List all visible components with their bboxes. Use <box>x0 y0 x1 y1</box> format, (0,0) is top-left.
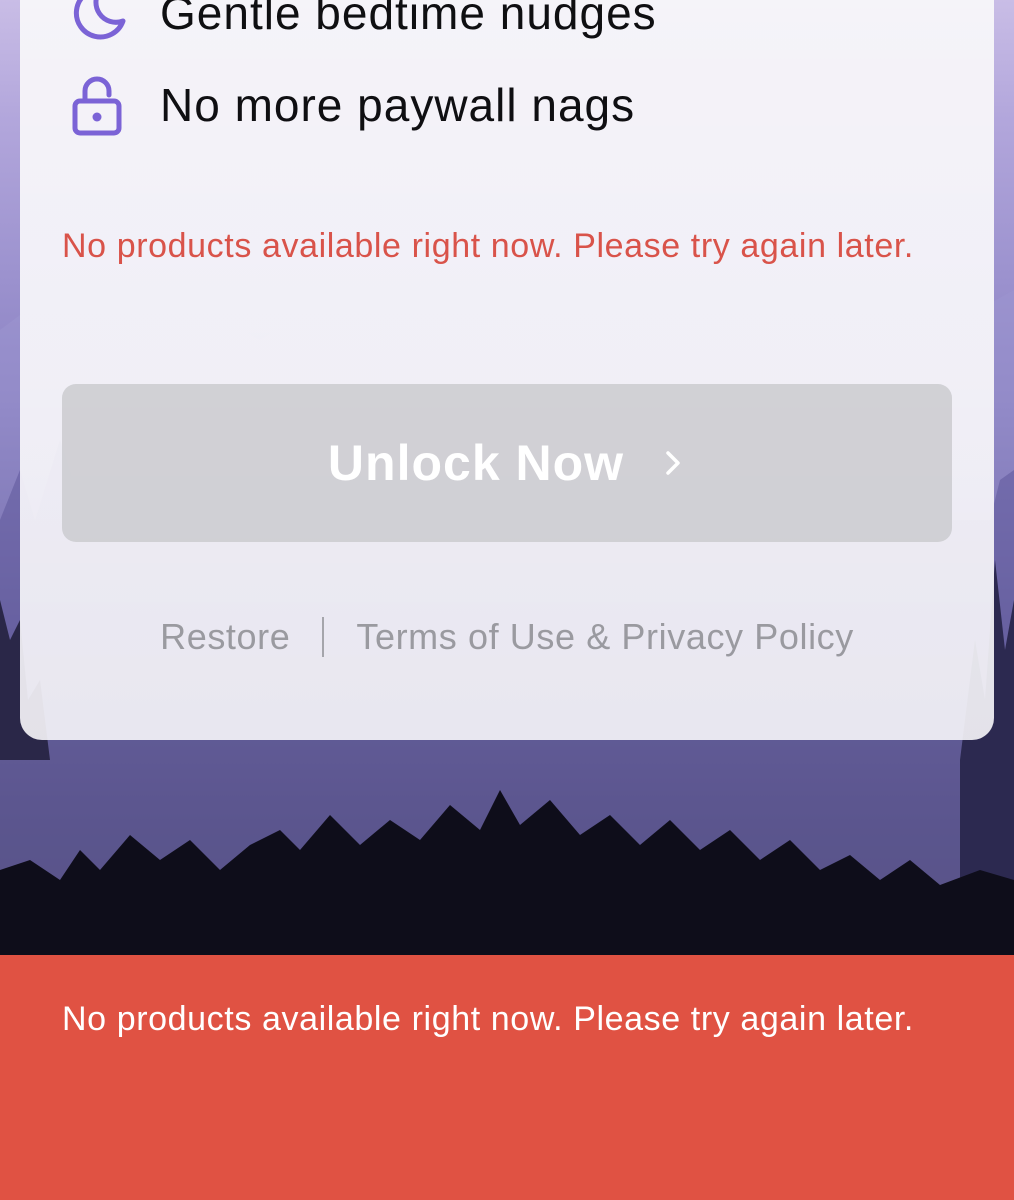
terms-privacy-link[interactable]: Terms of Use & Privacy Policy <box>356 616 854 658</box>
feature-label: No more paywall nags <box>160 79 636 131</box>
link-divider <box>322 617 325 657</box>
error-message: No products available right now. Please … <box>62 227 914 265</box>
paywall-screen: Gentle bedtime nudges No more paywall na… <box>0 0 1014 1200</box>
unlock-icon <box>64 72 130 138</box>
footer-links: Restore Terms of Use & Privacy Policy <box>20 616 994 658</box>
unlock-button-label: Unlock Now <box>327 435 625 491</box>
feature-row-paywall: No more paywall nags <box>64 72 635 138</box>
moon-icon <box>64 0 130 46</box>
paywall-card: Gentle bedtime nudges No more paywall na… <box>20 0 994 740</box>
feature-row-bedtime: Gentle bedtime nudges <box>64 0 657 46</box>
restore-link[interactable]: Restore <box>160 616 290 658</box>
chevron-right-icon <box>660 450 686 476</box>
feature-label: Gentle bedtime nudges <box>160 0 657 39</box>
toast-message: No products available right now. Please … <box>62 1000 914 1038</box>
error-toast[interactable]: No products available right now. Please … <box>0 955 1014 1200</box>
unlock-now-button[interactable]: Unlock Now <box>62 384 952 542</box>
